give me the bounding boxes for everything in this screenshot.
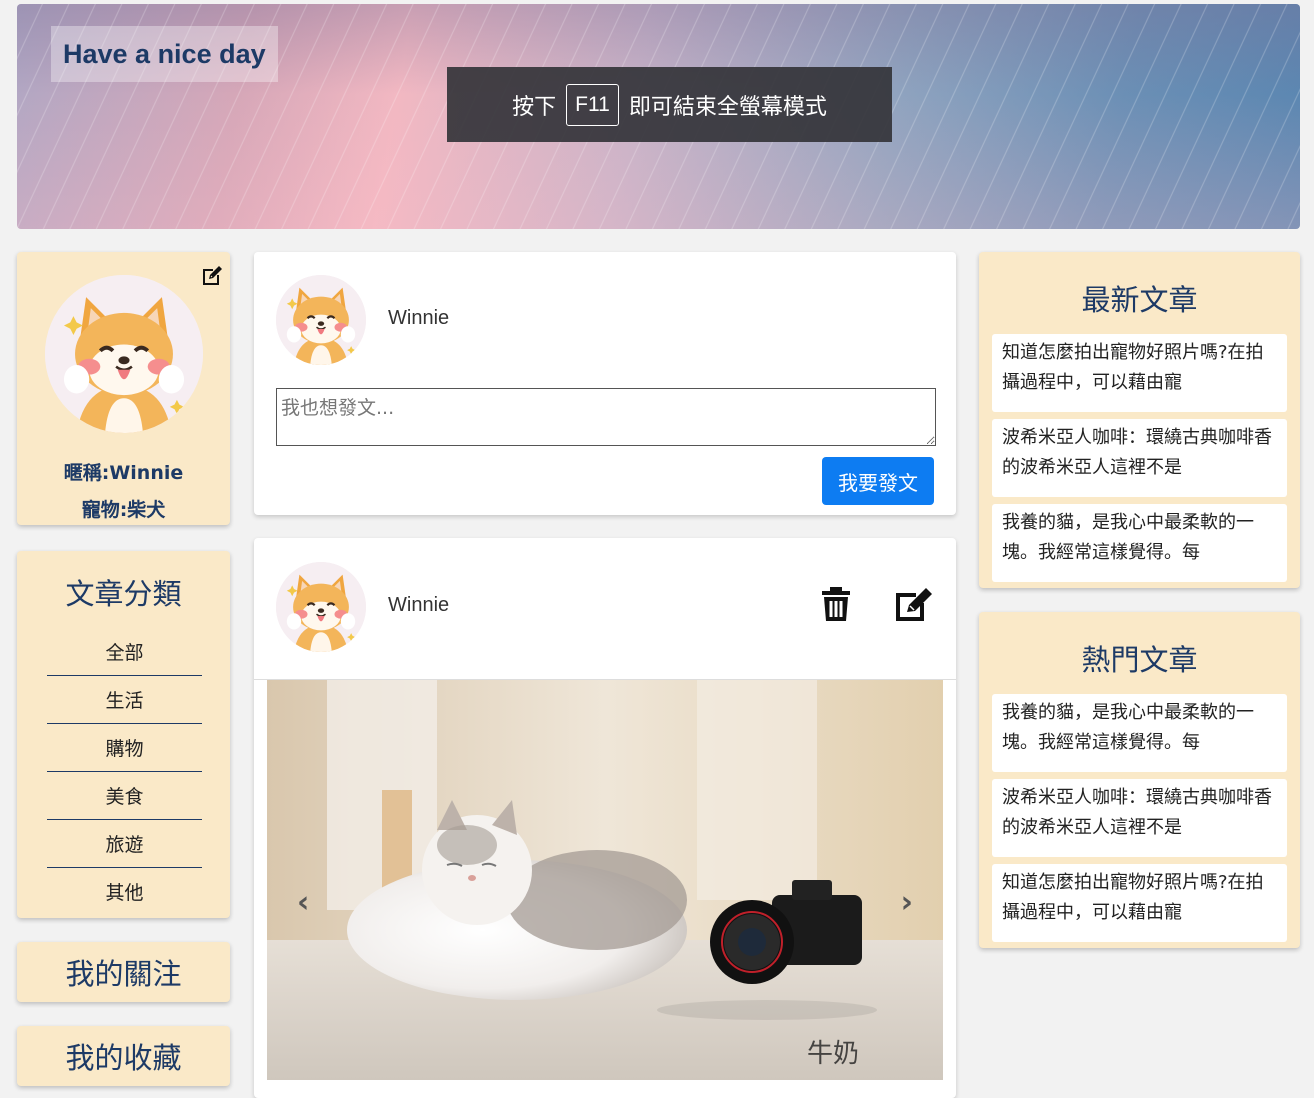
category-item-travel[interactable]: 旅遊 bbox=[47, 820, 202, 868]
category-item-all[interactable]: 全部 bbox=[47, 628, 202, 676]
category-list: 全部 生活 購物 美食 旅遊 其他 bbox=[47, 628, 202, 915]
carousel-next-icon[interactable]: › bbox=[901, 885, 913, 920]
edit-post-icon[interactable] bbox=[894, 585, 934, 623]
category-item-food[interactable]: 美食 bbox=[47, 772, 202, 820]
fullscreen-suffix: 即可結束全螢幕模式 bbox=[628, 94, 827, 120]
category-item-life[interactable]: 生活 bbox=[47, 676, 202, 724]
delete-icon[interactable] bbox=[821, 586, 851, 622]
post-author-avatar bbox=[276, 562, 366, 652]
latest-article-1[interactable]: 知道怎麼拍出寵物好照片嗎?在拍攝過程中，可以藉由寵 bbox=[992, 334, 1287, 412]
category-item-other[interactable]: 其他 bbox=[47, 868, 202, 915]
carousel-prev-icon[interactable]: ‹ bbox=[297, 885, 309, 920]
profile-card: 暱稱:Winnie 寵物:柴犬 bbox=[17, 252, 230, 525]
post-composer: Winnie 我要發文 bbox=[254, 252, 956, 515]
my-favorites-button[interactable]: 我的收藏 bbox=[17, 1026, 230, 1086]
cat-photo: 牛奶 bbox=[267, 680, 943, 1080]
edit-profile-icon[interactable] bbox=[200, 264, 224, 288]
post-input[interactable] bbox=[276, 388, 936, 446]
submit-post-button[interactable]: 我要發文 bbox=[822, 457, 934, 505]
post-author-name: Winnie bbox=[388, 594, 450, 616]
latest-articles-card: 最新文章 知道怎麼拍出寵物好照片嗎?在拍攝過程中，可以藉由寵 波希米亞人咖啡：環… bbox=[979, 252, 1300, 588]
latest-article-3[interactable]: 我養的貓，是我心中最柔軟的一塊。我經常這樣覺得。每 bbox=[992, 504, 1287, 582]
category-title: 文章分類 bbox=[65, 577, 182, 611]
my-follows-button[interactable]: 我的關注 bbox=[17, 942, 230, 1002]
popular-articles-card: 熱門文章 我養的貓，是我心中最柔軟的一塊。我經常這樣覺得。每 波希米亞人咖啡：環… bbox=[979, 612, 1300, 948]
svg-text:牛奶: 牛奶 bbox=[807, 1039, 859, 1069]
category-item-shopping[interactable]: 購物 bbox=[47, 724, 202, 772]
profile-nickname: 暱稱:Winnie bbox=[63, 462, 184, 484]
post-card: Winnie 牛奶 ‹ › bbox=[254, 538, 956, 1098]
category-card: 文章分類 全部 生活 購物 美食 旅遊 其他 bbox=[17, 551, 230, 918]
popular-article-1[interactable]: 我養的貓，是我心中最柔軟的一塊。我經常這樣覺得。每 bbox=[992, 694, 1287, 772]
profile-avatar bbox=[45, 275, 203, 433]
composer-avatar bbox=[276, 275, 366, 365]
latest-article-2[interactable]: 波希米亞人咖啡：環繞古典咖啡香的波希米亞人這裡不是 bbox=[992, 419, 1287, 497]
header-banner: Have a nice day 按下 F11 即可結束全螢幕模式 bbox=[17, 4, 1300, 229]
popular-articles-title: 熱門文章 bbox=[1081, 643, 1198, 677]
latest-articles-title: 最新文章 bbox=[1081, 283, 1198, 317]
composer-username: Winnie bbox=[388, 307, 450, 329]
popular-article-2[interactable]: 波希米亞人咖啡：環繞古典咖啡香的波希米亞人這裡不是 bbox=[992, 779, 1287, 857]
popular-article-3[interactable]: 知道怎麼拍出寵物好照片嗎?在拍攝過程中，可以藉由寵 bbox=[992, 864, 1287, 942]
profile-pet: 寵物:柴犬 bbox=[81, 499, 166, 521]
fullscreen-toast: 按下 F11 即可結束全螢幕模式 bbox=[447, 67, 892, 142]
f11-key: F11 bbox=[566, 83, 619, 126]
fullscreen-prefix: 按下 bbox=[512, 94, 557, 120]
greeting-text: Have a nice day bbox=[51, 26, 278, 82]
post-image-carousel[interactable]: 牛奶 ‹ › bbox=[267, 680, 943, 1080]
